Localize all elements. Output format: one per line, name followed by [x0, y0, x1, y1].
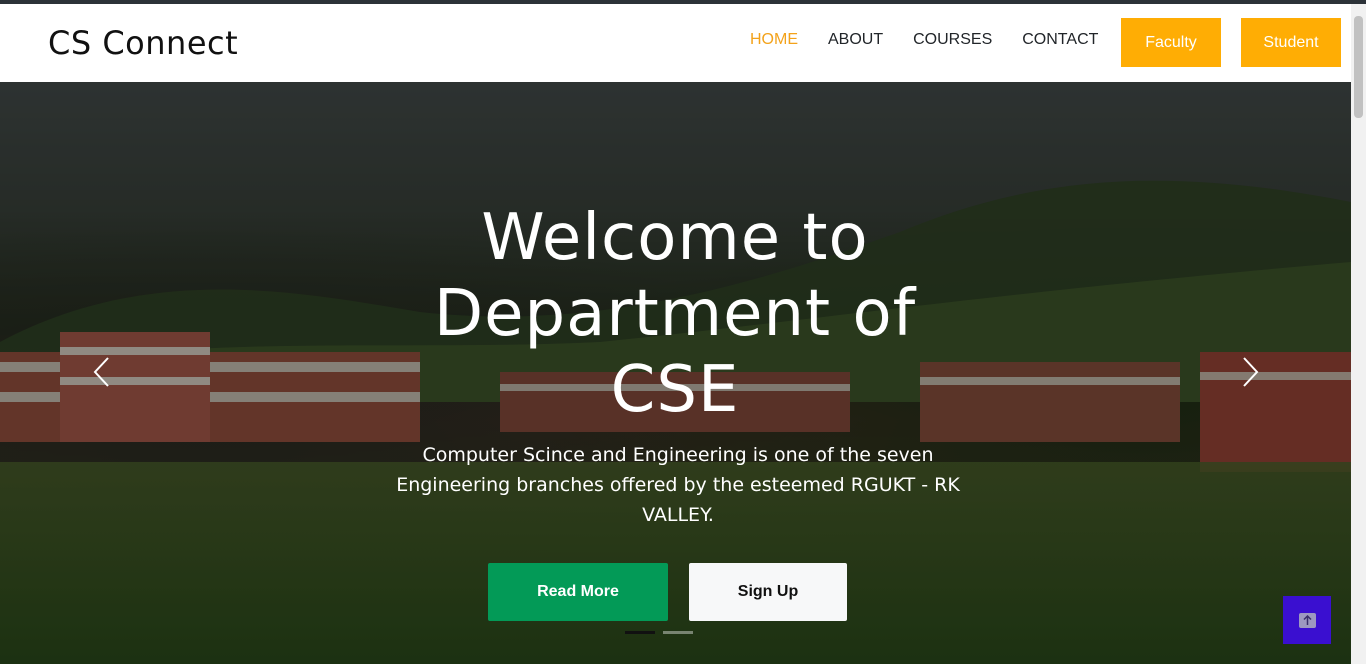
nav-link-about[interactable]: ABOUT: [828, 31, 883, 49]
hero-subtitle: Computer Scince and Engineering is one o…: [396, 444, 960, 526]
nav-links: HOME ABOUT COURSES CONTACT: [750, 31, 1128, 49]
scrollbar-thumb[interactable]: [1354, 16, 1363, 118]
brand-logo[interactable]: CS Connect: [48, 24, 238, 62]
chevron-right-icon: [1243, 357, 1259, 387]
read-more-button[interactable]: Read More: [488, 563, 668, 621]
nav-link-home[interactable]: HOME: [750, 31, 798, 49]
hero-carousel: Welcome to Department of CSE Computer Sc…: [0, 82, 1351, 664]
nav-link-contact[interactable]: CONTACT: [1022, 31, 1098, 49]
carousel-indicator[interactable]: [625, 631, 655, 634]
scroll-to-top-button[interactable]: [1283, 596, 1331, 644]
nav-link-courses[interactable]: COURSES: [913, 31, 992, 49]
faculty-button[interactable]: Faculty: [1121, 18, 1221, 67]
hero-title-line: Department of: [433, 277, 917, 351]
hero-title-line: CSE: [610, 353, 740, 427]
arrow-up-icon: [1298, 612, 1316, 628]
chevron-left-icon: [93, 357, 109, 387]
carousel-next-button[interactable]: [1230, 352, 1270, 392]
carousel-prev-button[interactable]: [82, 352, 122, 392]
hero-title-line: Welcome to: [481, 201, 869, 275]
hero-title: Welcome to Department of CSE: [375, 200, 975, 428]
navbar: CS Connect HOME ABOUT COURSES CONTACT Fa…: [0, 4, 1351, 82]
page-scrollbar[interactable]: [1351, 4, 1366, 664]
student-button[interactable]: Student: [1241, 18, 1341, 67]
carousel-indicator[interactable]: [663, 631, 693, 634]
sign-up-button[interactable]: Sign Up: [689, 563, 847, 621]
carousel-indicators: [625, 631, 693, 634]
